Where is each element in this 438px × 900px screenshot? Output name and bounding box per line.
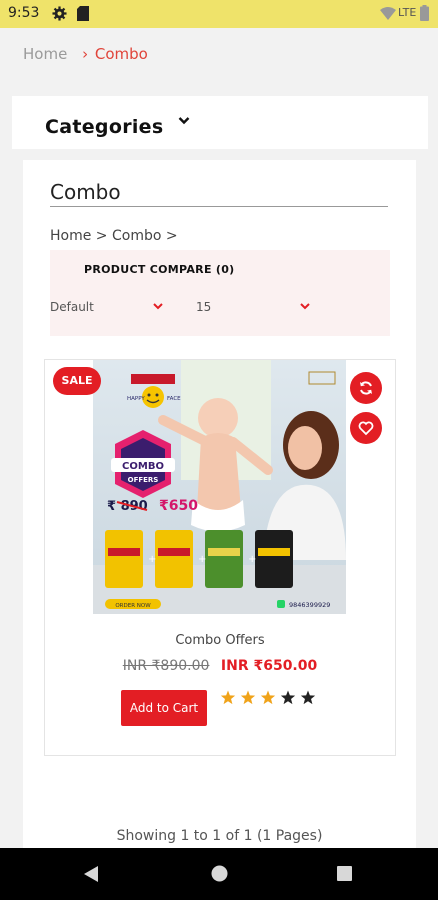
pagination-text: Showing 1 to 1 of 1 (1 Pages) [116, 828, 323, 844]
heart-icon [358, 421, 374, 436]
product-compare-link[interactable]: PRODUCT COMPARE (0) [84, 263, 235, 276]
product-name-link[interactable]: Combo Offers [45, 633, 395, 648]
svg-text:+: + [198, 554, 206, 565]
sd-card-icon [77, 6, 89, 21]
sort-select[interactable]: Default [50, 300, 163, 318]
image-order-now: ORDER NOW [115, 603, 151, 609]
chevron-down-icon [300, 303, 310, 310]
svg-text:+: + [248, 554, 256, 565]
image-text-happy: HAPPY [127, 396, 145, 402]
star-filled-icon [240, 690, 256, 705]
star-empty-icon [280, 690, 296, 705]
breadcrumb: Home › Combo [23, 45, 148, 63]
rating-stars [220, 690, 316, 705]
back-icon[interactable] [83, 865, 99, 883]
image-phone: 9846399929 [289, 601, 330, 609]
product-card: HAPPY FACE COMBO OFFERS ₹ 890 ₹650 + + + [44, 359, 396, 756]
product-image[interactable]: HAPPY FACE COMBO OFFERS ₹ 890 ₹650 + + + [93, 360, 346, 614]
chevron-down-icon [153, 303, 163, 310]
refresh-icon [360, 381, 372, 395]
old-price: INR ₹890.00 [122, 658, 210, 674]
sale-badge: SALE [53, 367, 101, 395]
recent-apps-icon[interactable] [337, 866, 352, 881]
star-filled-icon [220, 690, 236, 705]
wishlist-button[interactable] [350, 412, 382, 444]
add-to-cart-button[interactable]: Add to Cart [121, 690, 207, 726]
wifi-icon [380, 7, 396, 20]
gear-icon [52, 6, 67, 21]
image-text-face: FACE [167, 396, 181, 402]
breadcrumb-secondary[interactable]: Home > Combo > [50, 228, 178, 244]
star-empty-icon [300, 690, 316, 705]
limit-select-value: 15 [196, 300, 212, 314]
content-card: Combo Home > Combo > PRODUCT COMPARE (0)… [23, 160, 416, 860]
new-price: INR ₹650.00 [220, 658, 318, 674]
home-icon[interactable] [211, 865, 228, 882]
image-old-price: ₹ 890 [107, 499, 148, 514]
image-text-combo: COMBO [122, 461, 164, 472]
status-time: 9:53 [8, 5, 40, 21]
image-new-price: ₹650 [159, 498, 198, 514]
breadcrumb-separator: › [82, 45, 89, 63]
page-title: Combo [50, 180, 121, 204]
breadcrumb-home-link[interactable]: Home [23, 45, 67, 63]
categories-label: Categories [45, 116, 164, 138]
chevron-down-icon [178, 117, 190, 125]
sort-select-value: Default [50, 300, 94, 314]
navigation-bar [0, 848, 438, 900]
categories-dropdown[interactable]: Categories [12, 96, 428, 149]
compare-toolbar: PRODUCT COMPARE (0) Default 15 [50, 250, 390, 336]
status-bar: 9:53 LTE [0, 0, 438, 28]
image-text-offers: OFFERS [128, 476, 159, 484]
compare-button[interactable] [350, 372, 382, 404]
network-type: LTE [398, 6, 417, 19]
star-filled-icon [260, 690, 276, 705]
battery-icon [420, 5, 429, 21]
breadcrumb-combo-link[interactable]: Combo [95, 45, 148, 63]
limit-select[interactable]: 15 [196, 300, 310, 318]
svg-text:+: + [148, 554, 156, 565]
price-row: INR ₹890.00 INR ₹650.00 [45, 658, 395, 674]
title-divider [50, 206, 388, 207]
